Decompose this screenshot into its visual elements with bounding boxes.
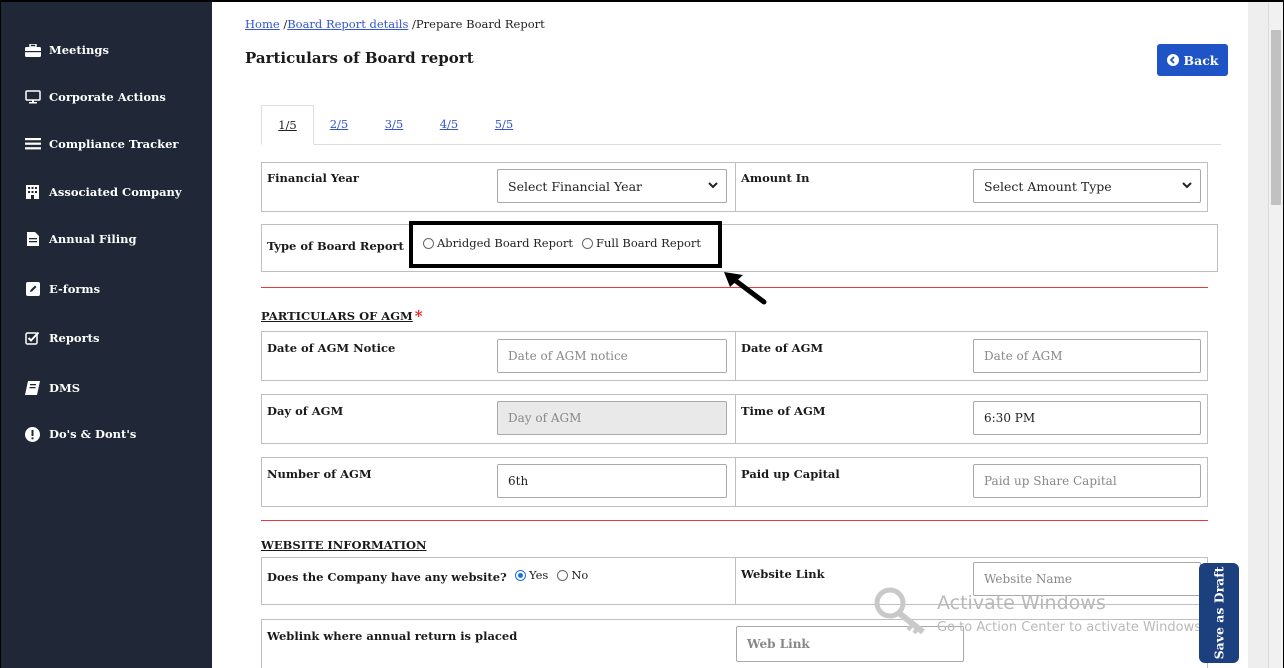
financial-year-selected-value: Select Financial Year [508, 178, 642, 194]
agm-time-label: Time of AGM [741, 404, 826, 418]
sidebar-item-label: E-forms [49, 282, 101, 296]
sidebar-item-label: Meetings [49, 43, 109, 57]
file-icon [24, 232, 41, 246]
has-website-label: Does the Company have any website? [267, 570, 507, 584]
amount-type-selected-value: Select Amount Type [984, 178, 1112, 194]
agm-time-input[interactable]: 6:30 PM [973, 401, 1201, 435]
agm-date-input[interactable]: Date of AGM [973, 339, 1201, 373]
key-icon [874, 587, 925, 635]
sidebar-item-label: Reports [49, 331, 100, 345]
step-tabs: 1/5 2/5 3/5 4/5 5/5 [261, 105, 1221, 145]
has-website-radio-group: Yes No [515, 568, 597, 582]
book-icon [24, 381, 41, 395]
sidebar-item-label: Annual Filing [49, 232, 137, 246]
financial-year-select[interactable]: Select Financial Year [497, 169, 727, 203]
agm-number-label: Number of AGM [267, 467, 372, 481]
sidebar-item-label: Compliance Tracker [49, 137, 179, 151]
board-report-type-label: Type of Board Report [267, 239, 404, 253]
briefcase-icon [24, 43, 41, 57]
amount-type-select[interactable]: Select Amount Type [973, 169, 1201, 203]
agm-day-input: Day of AGM [497, 401, 727, 435]
sidebar-item-label: DMS [49, 381, 81, 395]
sidebar-item-corporate-actions[interactable]: Corporate Actions [1, 82, 212, 112]
board-report-type-cell [261, 224, 1218, 272]
agm-day-label: Day of AGM [267, 404, 344, 418]
amount-in-label: Amount In [741, 171, 810, 185]
sidebar-item-meetings[interactable]: Meetings [1, 35, 212, 65]
financial-year-label: Financial Year [267, 171, 359, 185]
sidebar-item-label: Do's & Dont's [49, 427, 137, 441]
agm-notice-label: Date of AGM Notice [267, 341, 396, 355]
sidebar-item-associated-company[interactable]: Associated Company [1, 177, 212, 207]
sidebar-item-reports[interactable]: Reports [1, 323, 212, 353]
activate-windows-watermark: Activate Windows Go to Action Center to … [873, 586, 1205, 637]
agm-date-label: Date of AGM [741, 341, 824, 355]
website-yes-label[interactable]: Yes [529, 568, 548, 582]
agm-section-text: PARTICULARS OF AGM [261, 309, 413, 323]
annotation-highlight-box [409, 221, 722, 268]
edit-square-icon [24, 282, 41, 296]
sidebar: Meetings Corporate Actions Compliance Tr… [1, 2, 212, 668]
main-content: Home /Board Report details /Prepare Boar… [212, 2, 1248, 668]
chevron-down-icon [708, 182, 718, 189]
save-as-draft-button[interactable]: Save as Draft [1199, 563, 1239, 663]
right-gutter [1248, 2, 1268, 668]
breadcrumb: Home /Board Report details /Prepare Boar… [245, 17, 545, 31]
section-divider [261, 520, 1208, 521]
weblink-input[interactable]: Web Link [736, 626, 964, 662]
monitor-icon [24, 90, 41, 104]
website-no-radio[interactable] [557, 569, 569, 581]
website-yes-radio[interactable] [515, 569, 526, 581]
tab-step-4[interactable]: 4/5 [434, 105, 464, 145]
watermark-title: Activate Windows [937, 592, 1106, 614]
paid-up-capital-label: Paid up Capital [741, 467, 840, 481]
sidebar-item-label: Associated Company [49, 185, 182, 199]
breadcrumb-board-details-link[interactable]: Board Report details [287, 17, 408, 31]
tab-step-1[interactable]: 1/5 [261, 105, 314, 145]
sidebar-item-e-forms[interactable]: E-forms [1, 274, 212, 304]
tab-step-5[interactable]: 5/5 [489, 105, 519, 145]
building-icon [24, 185, 41, 199]
breadcrumb-home-link[interactable]: Home [245, 17, 280, 31]
annotation-arrow-icon [724, 272, 767, 305]
back-button-label: Back [1183, 52, 1219, 68]
weblink-label: Weblink where annual return is placed [267, 629, 518, 643]
scrollbar-thumb[interactable] [1271, 30, 1281, 205]
website-link-label: Website Link [741, 567, 825, 581]
save-as-draft-label: Save as Draft [1211, 566, 1227, 660]
sidebar-item-dms[interactable]: DMS [1, 373, 212, 403]
checkbox-icon [24, 331, 41, 345]
watermark-subtitle: Go to Action Center to activate Windows. [937, 620, 1206, 635]
website-section-title: WEBSITE INFORMATION [261, 538, 427, 552]
sidebar-item-compliance-tracker[interactable]: Compliance Tracker [1, 129, 212, 159]
website-link-input[interactable]: Website Name [973, 562, 1201, 596]
vertical-scrollbar[interactable] [1268, 2, 1283, 668]
list-icon [24, 137, 41, 151]
breadcrumb-current: Prepare Board Report [415, 17, 545, 31]
tab-step-3[interactable]: 3/5 [379, 105, 409, 145]
required-asterisk: * [414, 307, 423, 325]
agm-section-title: PARTICULARS OF AGM * [261, 307, 423, 325]
agm-number-input[interactable]: 6th [497, 464, 727, 498]
sidebar-item-dos-donts[interactable]: Do's & Dont's [1, 419, 212, 449]
back-button[interactable]: Back [1157, 44, 1228, 76]
agm-notice-date-input[interactable]: Date of AGM notice [497, 339, 727, 373]
paid-up-capital-input[interactable]: Paid up Share Capital [973, 464, 1201, 498]
sidebar-item-label: Corporate Actions [49, 90, 166, 104]
exclamation-circle-icon [24, 426, 41, 442]
website-no-label[interactable]: No [571, 568, 588, 582]
tab-step-2[interactable]: 2/5 [324, 105, 354, 145]
page-title: Particulars of Board report [245, 49, 474, 67]
chevron-down-icon [1182, 182, 1192, 189]
arrow-left-circle-icon [1166, 54, 1179, 66]
breadcrumb-separator: / [408, 17, 416, 31]
sidebar-item-annual-filing[interactable]: Annual Filing [1, 224, 212, 254]
